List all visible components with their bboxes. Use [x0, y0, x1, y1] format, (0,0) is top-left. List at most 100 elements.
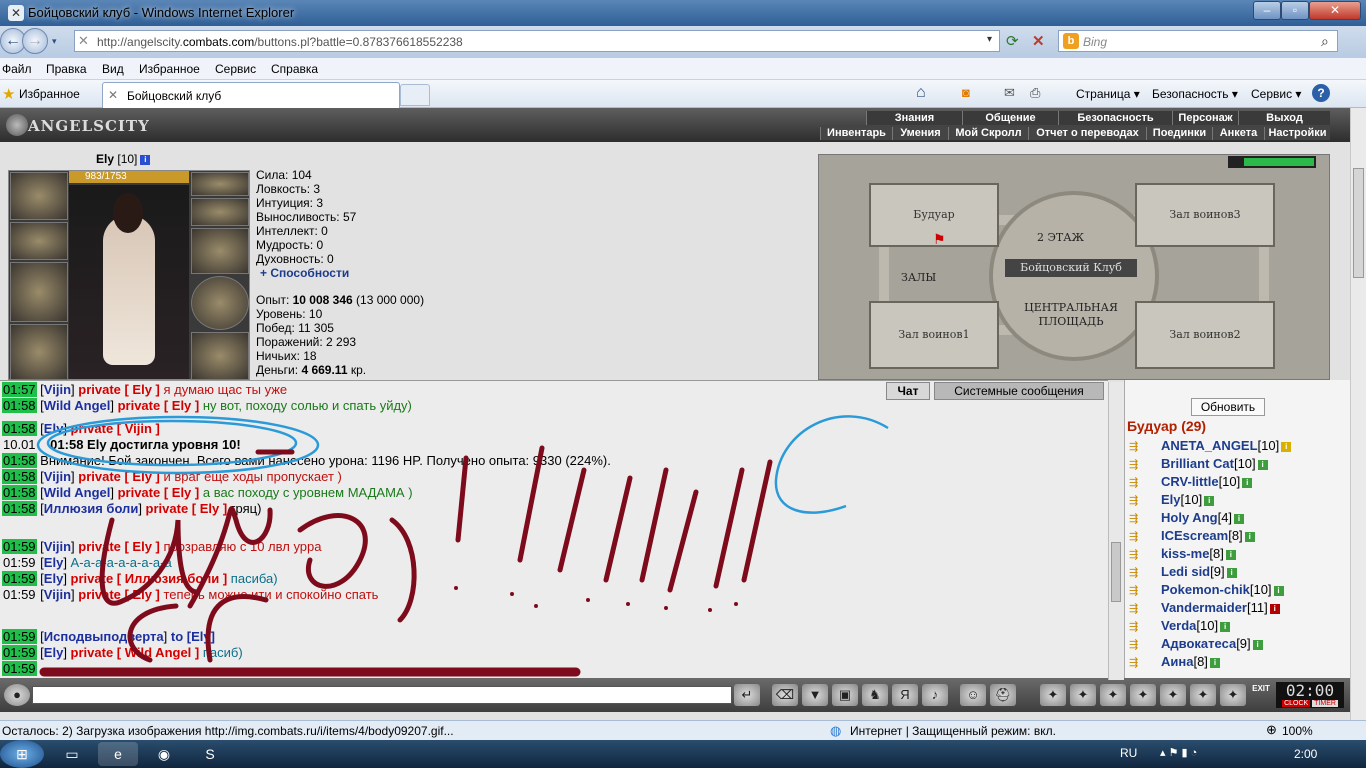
- send-icon[interactable]: ↵: [734, 684, 760, 706]
- new-tab-button[interactable]: [400, 84, 430, 106]
- chat-sender[interactable]: Vijin: [44, 382, 71, 397]
- chat-sender[interactable]: Ely: [44, 645, 64, 660]
- chat-private-target[interactable]: private [ Ely ]: [118, 485, 200, 500]
- nav-profile[interactable]: Анкета: [1212, 127, 1264, 140]
- nav-communication[interactable]: Общение: [962, 111, 1058, 125]
- nav-battles[interactable]: Поединки: [1146, 127, 1212, 140]
- user-status-icon[interactable]: ⇶: [1129, 458, 1151, 471]
- user-status-icon[interactable]: ⇶: [1129, 494, 1151, 507]
- user-info-icon[interactable]: i: [1244, 531, 1255, 542]
- user-status-icon[interactable]: ⇶: [1129, 440, 1151, 453]
- user-status-icon[interactable]: ⇶: [1129, 476, 1151, 489]
- user-status-icon[interactable]: ⇶: [1129, 512, 1151, 525]
- online-user[interactable]: Аина[8] i: [1161, 654, 1220, 669]
- menu-tools[interactable]: Сервис: [215, 62, 256, 76]
- nav-knowledge[interactable]: Знания: [866, 111, 962, 125]
- room-warriors-hall-2[interactable]: Зал воинов2: [1135, 301, 1275, 369]
- user-status-icon[interactable]: ⇶: [1129, 638, 1151, 651]
- user-info-icon[interactable]: i: [1281, 441, 1292, 452]
- chat-sender[interactable]: Иллюзия боли: [44, 501, 139, 516]
- friends-icon[interactable]: ✦: [1190, 684, 1216, 706]
- menu-help[interactable]: Справка: [271, 62, 318, 76]
- chat-input[interactable]: [32, 686, 732, 704]
- user-status-icon[interactable]: ⇶: [1129, 548, 1151, 561]
- chat-private-target[interactable]: private [ Wild Angel ]: [71, 645, 200, 660]
- user-status-icon[interactable]: ⇶: [1129, 584, 1151, 597]
- user-info-icon[interactable]: i: [1269, 603, 1280, 614]
- user-info-icon[interactable]: i: [1226, 567, 1237, 578]
- user-info-icon[interactable]: i: [1209, 657, 1220, 668]
- maximize-button[interactable]: ▫: [1281, 1, 1309, 20]
- chat-mode-icon[interactable]: ●: [4, 684, 30, 706]
- chat-private-target[interactable]: private [ Ely ]: [78, 382, 160, 397]
- scroll-icon[interactable]: ✦: [1100, 684, 1126, 706]
- refresh-icon[interactable]: ⟳: [1006, 32, 1026, 52]
- rss-icon[interactable]: ◙: [962, 85, 970, 100]
- nav-security[interactable]: Безопасность: [1058, 111, 1172, 125]
- user-info-icon[interactable]: i: [1242, 477, 1253, 488]
- favorites-label[interactable]: Избранное: [19, 87, 80, 101]
- user-info-icon[interactable]: i: [1220, 621, 1231, 632]
- shop-icon[interactable]: ✦: [1070, 684, 1096, 706]
- user-info-icon[interactable]: i: [1234, 513, 1245, 524]
- slot-helmet[interactable]: [10, 172, 68, 220]
- chat-sender[interactable]: Wild Angel: [44, 485, 111, 500]
- online-user[interactable]: Ely[10] i: [1161, 492, 1215, 507]
- mail-icon[interactable]: ✉: [1004, 85, 1015, 101]
- user-status-icon[interactable]: ⇶: [1129, 566, 1151, 579]
- stop-icon[interactable]: ✕: [1032, 32, 1052, 52]
- chat-sender[interactable]: Ely: [44, 421, 64, 436]
- tab-system-messages[interactable]: Системные сообщения: [934, 382, 1104, 400]
- translit-icon[interactable]: Я: [892, 684, 918, 706]
- user-info-icon[interactable]: i: [1225, 549, 1236, 560]
- slot-earrings[interactable]: [191, 172, 249, 196]
- abilities-link[interactable]: + Способности: [256, 266, 356, 280]
- refresh-online-button[interactable]: Обновить: [1191, 398, 1265, 416]
- online-user[interactable]: Адвокатеса[9] i: [1161, 636, 1263, 651]
- user-status-icon[interactable]: ⇶: [1129, 620, 1151, 633]
- eraser-icon[interactable]: ⌫: [772, 684, 798, 706]
- nav-skills[interactable]: Умения: [892, 127, 948, 140]
- nav-character[interactable]: Персонаж: [1172, 111, 1238, 125]
- tab-chat[interactable]: Чат: [886, 382, 930, 400]
- search-input[interactable]: b Bing ⌕: [1058, 30, 1338, 52]
- chat-sender[interactable]: Vijin: [44, 469, 71, 484]
- chat-private-target[interactable]: private [ Ely ]: [146, 501, 228, 516]
- smiles-icon[interactable]: ☺: [960, 684, 986, 706]
- online-user[interactable]: Verda[10] i: [1161, 618, 1231, 633]
- user-status-icon[interactable]: ⇶: [1129, 530, 1151, 543]
- fight-icon[interactable]: ♞: [862, 684, 888, 706]
- helmet-icon[interactable]: ⛑: [990, 684, 1016, 706]
- menu-view[interactable]: Вид: [102, 62, 124, 76]
- chat-sender[interactable]: Vijin: [44, 539, 71, 554]
- nav-inventory[interactable]: Инвентарь: [820, 127, 892, 140]
- chat-private-target[interactable]: private [ Vijin ]: [71, 421, 160, 436]
- chat-private-target[interactable]: private [ Иллюзия боли ]: [71, 571, 228, 586]
- help-icon[interactable]: ?: [1312, 84, 1330, 102]
- chat-private-target[interactable]: private [ Ely ]: [78, 469, 160, 484]
- language-indicator[interactable]: RU: [1120, 746, 1137, 760]
- zoom-level[interactable]: 100%: [1282, 724, 1313, 738]
- clan-icon[interactable]: ✦: [1130, 684, 1156, 706]
- nav-my-scroll[interactable]: Мой Скролл: [948, 127, 1028, 140]
- history-dropdown-icon[interactable]: ▾: [52, 36, 57, 47]
- chat-private-target[interactable]: private [ Ely ]: [78, 587, 160, 602]
- chat-sender[interactable]: Ely: [44, 571, 64, 586]
- user-status-icon[interactable]: ⇶: [1129, 602, 1151, 615]
- filter-icon[interactable]: ▼: [802, 684, 828, 706]
- slot-weapon[interactable]: [10, 262, 68, 322]
- start-button[interactable]: ⊞: [0, 740, 44, 768]
- explorer-taskbar-icon[interactable]: ▭: [52, 742, 92, 766]
- close-button[interactable]: ✕: [1309, 1, 1361, 20]
- online-user[interactable]: Ledi sid[9] i: [1161, 564, 1237, 579]
- command-tools[interactable]: Сервис ▾: [1251, 87, 1301, 101]
- forward-button[interactable]: →: [22, 28, 48, 54]
- search-icon[interactable]: ⌕: [1321, 33, 1329, 50]
- save-log-icon[interactable]: ▣: [832, 684, 858, 706]
- menu-file[interactable]: Файл: [2, 62, 32, 76]
- online-user[interactable]: Vandermaider[11] i: [1161, 600, 1280, 615]
- address-field[interactable]: ✕ http://angelscity.combats.com/buttons.…: [74, 30, 1000, 52]
- slot-rings[interactable]: [191, 198, 249, 226]
- user-info-icon[interactable]: i: [1252, 639, 1263, 650]
- menu-favorites[interactable]: Избранное: [139, 62, 200, 76]
